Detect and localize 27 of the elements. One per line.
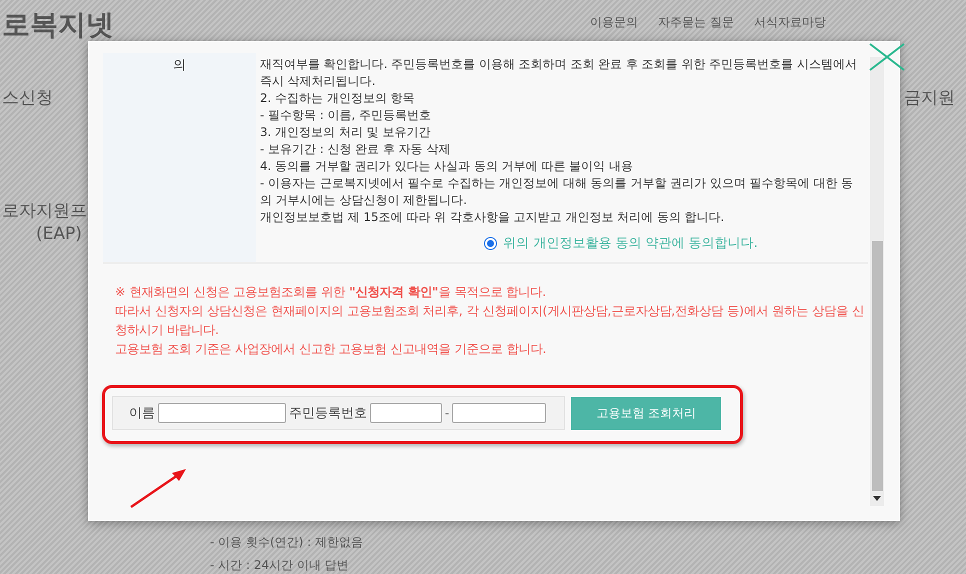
scrollbar[interactable]: [870, 57, 884, 506]
info-text: - 시간 : 24시간 이내 답변: [210, 557, 350, 574]
table-header-cell: 의: [103, 53, 256, 262]
notice-text: 고용보험 조회 기준은 사업장에서 신고한 고용보험 신고내역을 기준으로 합니다.: [115, 340, 548, 358]
id-front-input[interactable]: [370, 403, 442, 423]
lookup-button[interactable]: 고용보험 조회처리: [571, 396, 722, 430]
consent-text: 개인정보보호법 제 15조에 따라 위 각호사항을 고지받고 개인정보 처리에 동의 합니다.: [260, 209, 726, 226]
name-label: 이름: [128, 405, 155, 422]
menu-item[interactable]: 금지원: [904, 88, 955, 108]
id-number-label: 주민등록번호: [288, 405, 367, 422]
down-arrow-icon[interactable]: [873, 496, 881, 501]
notice-text: ※ 현재화면의 신청은 고용보험조회를 위한 "신청자격 확인"을 목적으로 합니다.: [115, 283, 548, 301]
consent-text: - 이용자는 근로복지넷에서 필수로 수집하는 개인정보에 대해 동의를 거부할 권리가 있으며 필수항목에 대한 동의 거부시에는 상담신청이 제한됩니다.: [260, 175, 854, 209]
name-input[interactable]: [158, 403, 286, 423]
consent-text: 재직여부를 확인합니다. 주민등록번호를 이용해 조회하며 조회 완료 후 조회를 위한 주민등록번호를 시스템에서 즉시 삭제처리됩니다.: [260, 56, 858, 90]
info-text: - 이용 횟수(연간) : 제한없음: [210, 534, 364, 551]
consent-text: - 필수항목 : 이름, 주민등록번호: [260, 107, 432, 124]
consent-text: 3. 개인정보의 처리 및 보유기간: [260, 124, 432, 141]
consent-text: - 보유기간 : 신청 완료 후 자동 삭제: [260, 141, 452, 158]
notice-text: 따라서 신청자의 상담신청은 현재페이지의 고용보험조회 처리후, 각 신청페이지(게시판상담,근로자상담,전화상담 등)에서 원하는 상담을 신청하시기 바랍니다.: [115, 302, 865, 339]
close-icon[interactable]: [868, 43, 906, 71]
id-back-input[interactable]: [452, 403, 546, 423]
radio-button[interactable]: [484, 236, 498, 250]
separator-text: -: [444, 406, 450, 420]
consent-text: 4. 동의를 거부할 권리가 있다는 사실과 동의 거부에 따른 불이익 내용: [260, 158, 634, 175]
agree-label[interactable]: 위의 개인정보활용 동의 약관에 동의합니다.: [503, 234, 758, 252]
consent-text: 2. 수집하는 개인정보의 항목: [260, 90, 416, 107]
